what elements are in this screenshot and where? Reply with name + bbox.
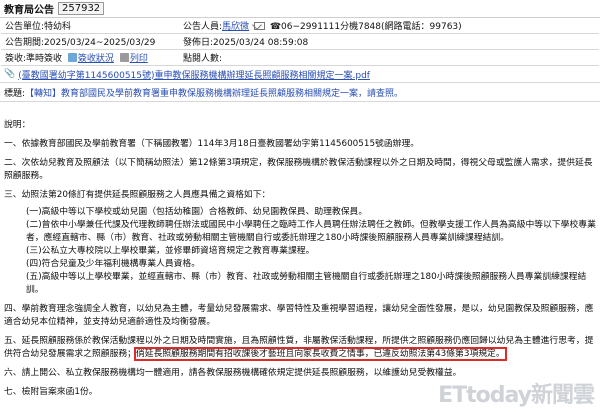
unit-cell: 公告單位:特幼科 xyxy=(1,18,179,34)
announcement-body: 說明： 一、依據教育部國民及學前教育署（下稱國教署）114年3月18日臺教國署幼… xyxy=(4,119,596,399)
paperclip-icon: 📎 xyxy=(4,69,16,79)
announcement-number: 257932 xyxy=(58,2,105,15)
attachment-row: 📎 (臺教國署幼字第1145600515號)重申教保服務機構辦理延長照顧服務相關… xyxy=(0,66,600,83)
phone-icon: ☎ xyxy=(269,22,282,32)
paragraph-4: 四、學前教育理念強調全人教育，以幼兒為主體，考量幼兒發展需求、學習特性及重視學習… xyxy=(4,304,594,327)
contact-link[interactable]: 馬欣微 xyxy=(222,22,249,32)
announcement-header: 教育局公告 257932 xyxy=(0,0,600,18)
phone-text: 06−2991111分機7848(網路電話：99763) xyxy=(281,22,462,32)
paragraph-1: 一、依據教育部國民及學前教育署（下稱國教署）114年3月18日臺教國署幼字第11… xyxy=(4,139,420,149)
publish-cell: 發佈日:2025/03/24 08:59:08 xyxy=(179,33,599,50)
paragraph-3-item-5: (五)高級中等以上學校畢業，並經直轄市、縣（市）教育、社政或勞動相關主管機關自行… xyxy=(26,272,587,295)
subject-value: 【轉知】教育部國民及學前教育署重申教保服務機構辦理延長照顧服務相關規定一案，請查… xyxy=(25,88,404,99)
announcement-title: 教育局公告 xyxy=(4,5,54,16)
paragraph-5: 五、延長照顧服務係於教保活動課程以外之日期及時間實施，且為照顧性質，非屬教保活動… xyxy=(4,336,594,361)
sign-cell: 簽收:準時簽收 簽收狀況 列印 xyxy=(1,49,179,66)
print-link[interactable]: 列印 xyxy=(130,54,148,64)
subject-label: 標題: xyxy=(4,88,26,99)
meta-table: 公告單位:特幼科 公告人員:馬欣微 ☎06−2991111分機7848(網路電話… xyxy=(1,18,599,66)
hits-cell: 點閱人數: xyxy=(179,49,599,66)
paragraph-3: 三、幼照法第20條訂有提供延長照顧服務之人員應具備之資格如下： xyxy=(4,190,271,200)
contact-cell: 公告人員:馬欣微 ☎06−2991111分機7848(網路電話：99763) xyxy=(179,18,599,34)
highlighted-text: 倘延長照顧服務期間有招收課後才藝班且向家長收費之情事，已違反幼照法第43條第3項… xyxy=(133,347,507,361)
paragraph-3-item-2: (二)曾依中小學兼任代課及代理教師聘任辦法或國民中小學聘任之臨時工作人員聘任辦法… xyxy=(26,220,596,243)
print-icon xyxy=(119,53,129,62)
sign-status-icon xyxy=(67,53,77,62)
paragraph-3-item-4: (四)符合兒童及少年福利機構專業人員資格。 xyxy=(26,259,201,269)
attachment-link[interactable]: (臺教國署幼字第1145600515號)重申教保服務機構辦理延長照顧服務相關規定… xyxy=(18,68,370,81)
body-heading: 說明： xyxy=(4,120,31,130)
paragraph-3-item-3: (三)公私立大專校院以上學校畢業，並修畢師資培育規定之教育專業課程。 xyxy=(26,246,315,256)
watermark-logo: ETtoday新聞雲 xyxy=(438,383,595,408)
paragraph-2: 二、次依幼兒教育及照顧法（以下簡稱幼照法）第12條第3項規定，教保服務機構於教保… xyxy=(4,158,593,181)
period-cell: 公告期間:2025/03/24~2025/03/29 xyxy=(1,33,179,50)
mail-icon[interactable] xyxy=(253,22,265,30)
paragraph-3-item-1: (一)高級中等以下學校或幼兒園（包括幼稚園）合格教師、幼兒園教保員、助理教保員。 xyxy=(26,207,368,217)
sign-status-link[interactable]: 簽收狀況 xyxy=(78,54,114,64)
subject-row: 標題: 【轉知】教育部國民及學前教育署重申教保服務機構辦理延長照顧服務相關規定一… xyxy=(0,83,600,102)
